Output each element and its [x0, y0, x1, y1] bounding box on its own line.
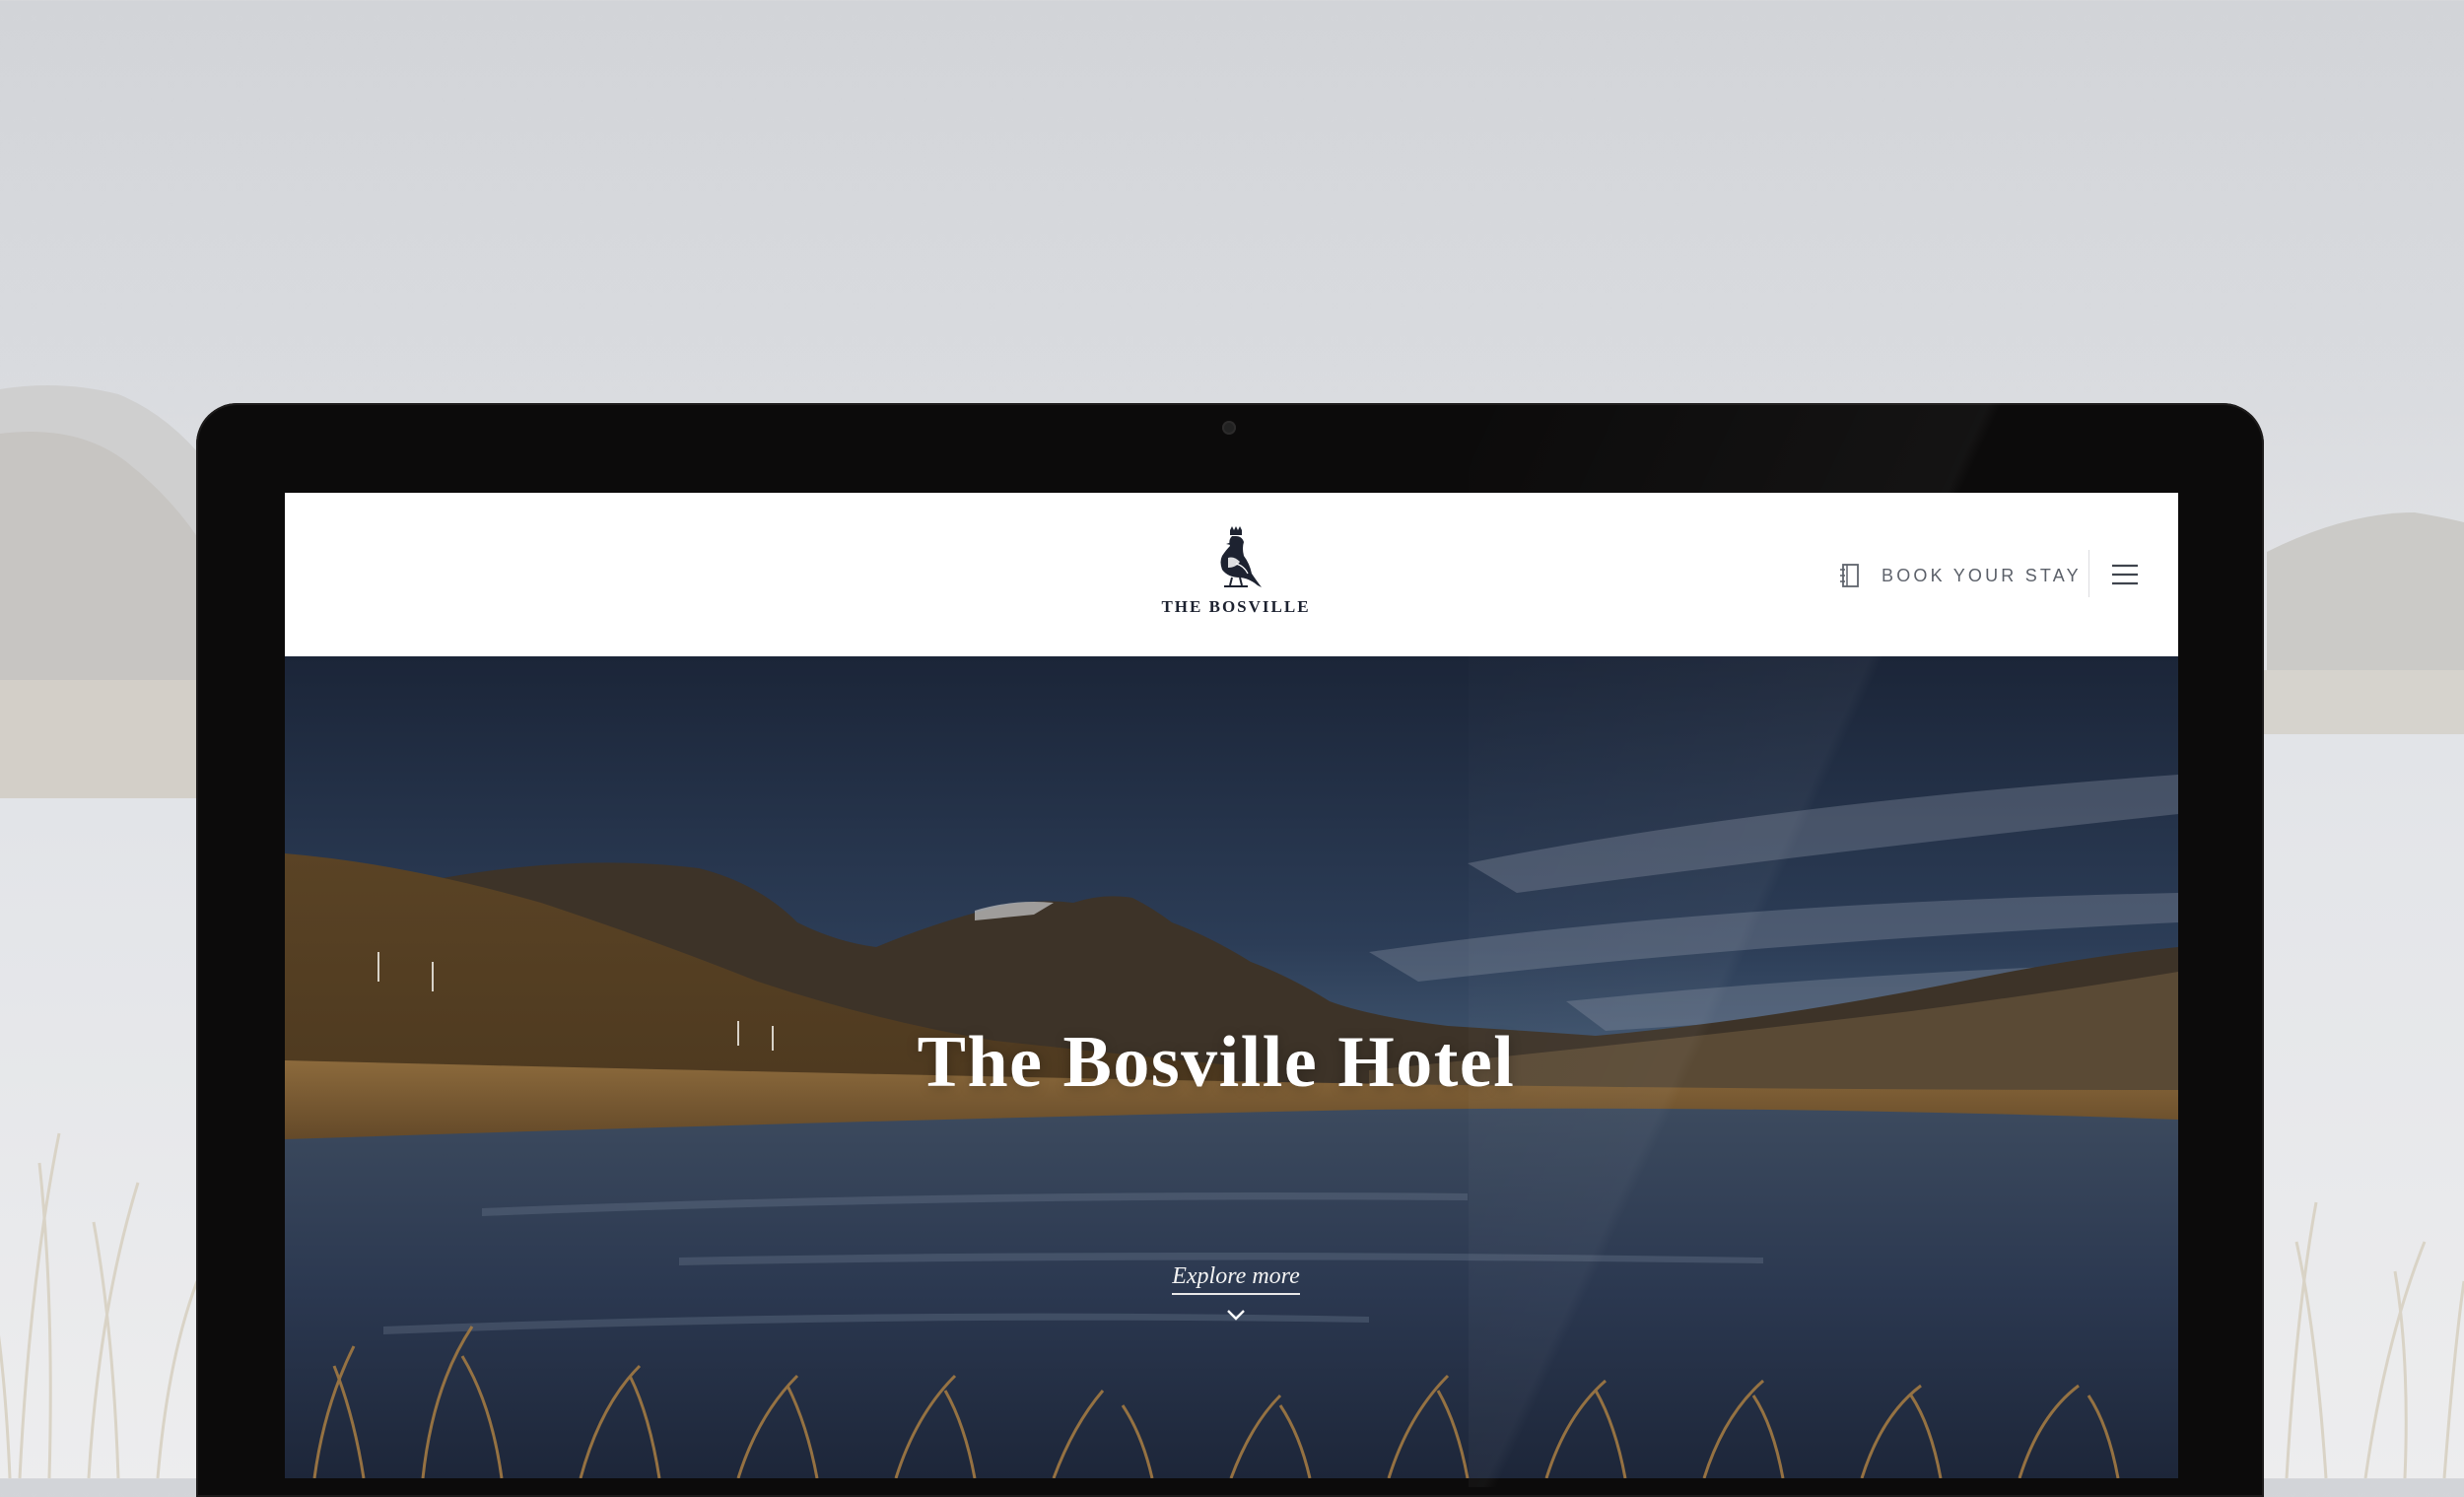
- header-divider: [2088, 550, 2089, 597]
- crowned-bird-emblem-icon: [1220, 526, 1262, 587]
- explore-more-label: Explore more: [1172, 1263, 1300, 1295]
- booking-notebook-icon: [1840, 564, 1859, 587]
- book-your-stay-label: BOOK YOUR STAY: [1882, 565, 2082, 585]
- hero-section: The Bosville Hotel Explore more: [285, 656, 2178, 1478]
- hamburger-menu-icon: [2112, 564, 2138, 585]
- hero-title: The Bosville Hotel: [917, 1022, 1516, 1103]
- chevron-down-icon: [1227, 1310, 1245, 1321]
- site-header: THE BOSVILLE BOOK YOUR STAY: [285, 493, 2178, 656]
- book-your-stay-button[interactable]: BOOK YOUR STAY: [1838, 560, 2082, 591]
- brand-name: THE BOSVILLE: [1161, 597, 1311, 616]
- website-screen: THE BOSVILLE BOOK YOUR STAY The Bosville…: [285, 493, 2178, 1478]
- explore-more-link[interactable]: Explore more: [1162, 1263, 1310, 1321]
- brand-logo[interactable]: THE BOSVILLE: [1152, 526, 1320, 625]
- hamburger-menu-button[interactable]: [2110, 562, 2140, 587]
- webcam: [1222, 421, 1236, 435]
